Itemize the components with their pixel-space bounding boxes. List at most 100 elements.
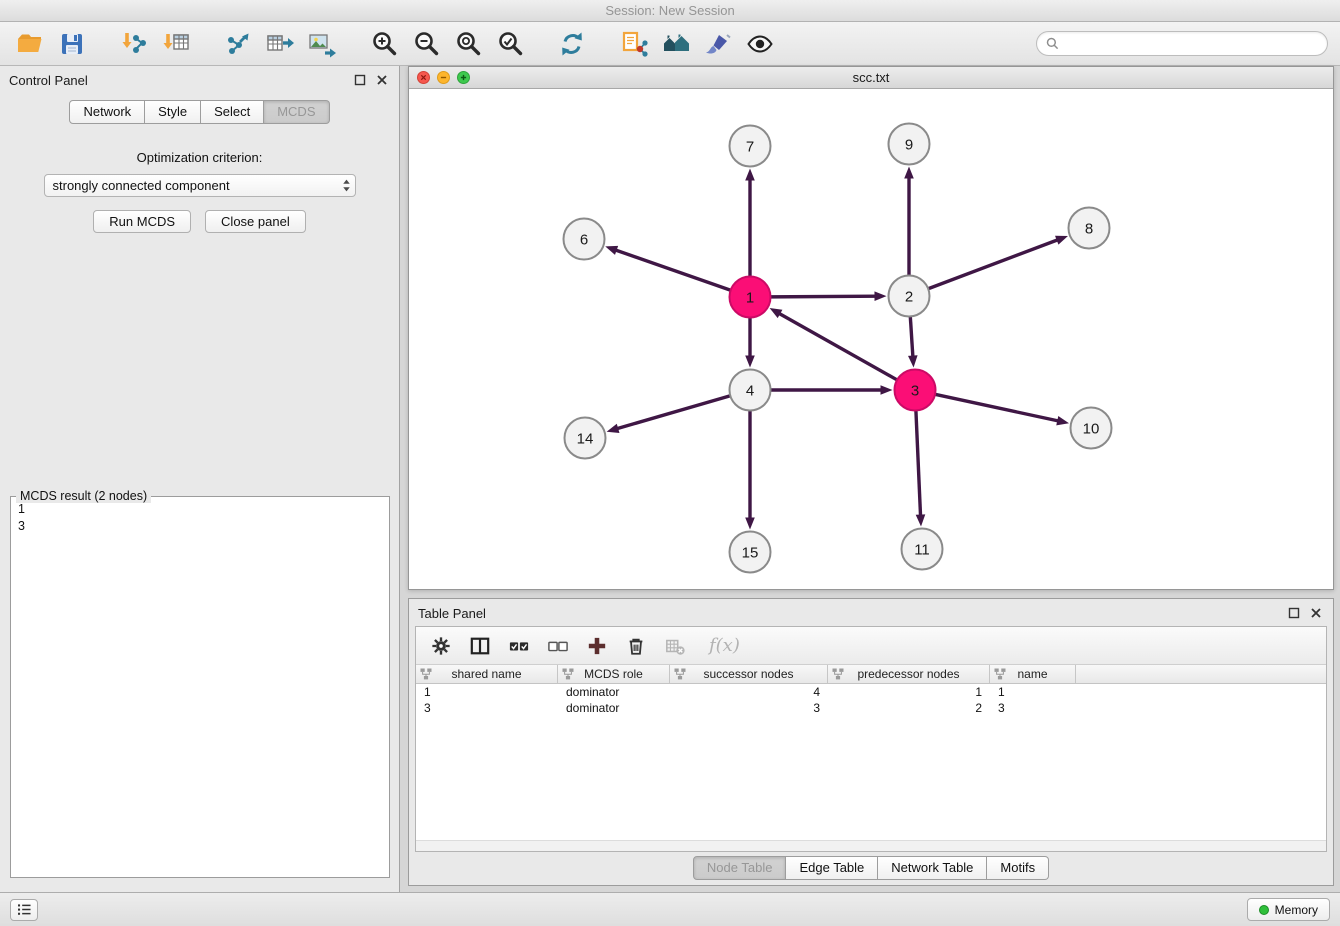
delete-column-button[interactable] bbox=[624, 634, 648, 658]
float-panel-icon[interactable] bbox=[352, 72, 368, 88]
result-item[interactable]: 1 bbox=[15, 501, 387, 518]
close-table-panel-icon[interactable] bbox=[1308, 605, 1324, 621]
import-table-button[interactable] bbox=[158, 26, 194, 62]
network-canvas-area[interactable]: 7 9 6 8 1 2 4 3 14 10 15 11 bbox=[409, 89, 1333, 589]
edge-1-6[interactable] bbox=[605, 246, 730, 290]
column-type-icon bbox=[420, 668, 432, 680]
column-header-name[interactable]: name bbox=[990, 665, 1076, 683]
horizontal-scrollbar[interactable] bbox=[416, 840, 1326, 851]
edge-2-8[interactable] bbox=[928, 236, 1068, 289]
close-panel-button[interactable]: Close panel bbox=[205, 210, 306, 233]
table-cell[interactable]: 2 bbox=[828, 700, 990, 716]
node-14[interactable]: 14 bbox=[565, 418, 606, 459]
table-cell[interactable]: dominator bbox=[558, 700, 670, 716]
node-1[interactable]: 1 bbox=[730, 277, 771, 318]
settings-icon bbox=[431, 636, 451, 656]
save-session-icon bbox=[58, 30, 86, 58]
tab-mcds[interactable]: MCDS bbox=[264, 100, 329, 124]
edge-3-1[interactable] bbox=[770, 308, 898, 380]
style-painter-button[interactable] bbox=[700, 26, 736, 62]
tab-select[interactable]: Select bbox=[201, 100, 264, 124]
edge-3-11[interactable] bbox=[916, 410, 926, 526]
clear-all-checks-button[interactable] bbox=[546, 634, 570, 658]
clear-all-checks-icon bbox=[548, 636, 568, 656]
open-session-button[interactable] bbox=[12, 26, 48, 62]
table-cell[interactable]: dominator bbox=[558, 684, 670, 700]
column-header-MCDS-role[interactable]: MCDS role bbox=[558, 665, 670, 683]
network-window-titlebar: scc.txt bbox=[409, 67, 1333, 89]
column-header-successor-nodes[interactable]: successor nodes bbox=[670, 665, 828, 683]
table-cell[interactable]: 3 bbox=[670, 700, 828, 716]
search-input[interactable] bbox=[1064, 36, 1318, 51]
edge-1-4[interactable] bbox=[745, 318, 755, 368]
close-window-icon[interactable] bbox=[417, 71, 430, 84]
node-9[interactable]: 9 bbox=[889, 124, 930, 165]
refresh-layout-button[interactable] bbox=[554, 26, 590, 62]
node-7[interactable]: 7 bbox=[730, 126, 771, 167]
node-6[interactable]: 6 bbox=[564, 219, 605, 260]
node-label: 4 bbox=[746, 382, 754, 399]
edge-2-9[interactable] bbox=[904, 167, 914, 276]
network-from-selection-button[interactable] bbox=[616, 26, 652, 62]
minimize-window-icon[interactable] bbox=[437, 71, 450, 84]
table-cell[interactable]: 3 bbox=[416, 700, 558, 716]
task-history-button[interactable] bbox=[10, 899, 38, 921]
table-cell[interactable]: 1 bbox=[416, 684, 558, 700]
edge-4-14[interactable] bbox=[607, 396, 731, 433]
node-4[interactable]: 4 bbox=[730, 370, 771, 411]
column-header-predecessor-nodes[interactable]: predecessor nodes bbox=[828, 665, 990, 683]
edge-1-7[interactable] bbox=[745, 169, 755, 277]
maximize-window-icon[interactable] bbox=[457, 71, 470, 84]
table-cell[interactable]: 3 bbox=[990, 700, 1076, 716]
show-column-panel-button[interactable] bbox=[468, 634, 492, 658]
node-8[interactable]: 8 bbox=[1069, 208, 1110, 249]
show-details-button[interactable] bbox=[742, 26, 778, 62]
float-table-panel-icon[interactable] bbox=[1286, 605, 1302, 621]
import-network-button[interactable] bbox=[116, 26, 152, 62]
zoom-out-button[interactable] bbox=[408, 26, 444, 62]
table-cell[interactable]: 4 bbox=[670, 684, 828, 700]
settings-button[interactable] bbox=[429, 634, 453, 658]
tab-edge-table[interactable]: Edge Table bbox=[786, 856, 878, 880]
node-3[interactable]: 3 bbox=[895, 370, 936, 411]
zoom-selected-button[interactable] bbox=[492, 26, 528, 62]
mcds-buttons: Run MCDS Close panel bbox=[0, 210, 399, 233]
result-item[interactable]: 3 bbox=[15, 518, 387, 535]
tab-node-table[interactable]: Node Table bbox=[693, 856, 787, 880]
select-all-checks-button[interactable] bbox=[507, 634, 531, 658]
node-10[interactable]: 10 bbox=[1071, 408, 1112, 449]
export-table-button[interactable] bbox=[262, 26, 298, 62]
home-button[interactable] bbox=[658, 26, 694, 62]
node-2[interactable]: 2 bbox=[889, 276, 930, 317]
close-panel-icon[interactable] bbox=[374, 72, 390, 88]
zoom-in-button[interactable] bbox=[366, 26, 402, 62]
node-11[interactable]: 11 bbox=[902, 529, 943, 570]
edge-4-3[interactable] bbox=[771, 385, 893, 395]
edge-1-2[interactable] bbox=[770, 291, 886, 301]
column-header-shared-name[interactable]: shared name bbox=[416, 665, 558, 683]
search-box[interactable] bbox=[1036, 31, 1328, 56]
export-network-button[interactable] bbox=[220, 26, 256, 62]
tab-style[interactable]: Style bbox=[145, 100, 201, 124]
export-image-button[interactable] bbox=[304, 26, 340, 62]
edge-3-10[interactable] bbox=[935, 394, 1069, 425]
edge-4-15[interactable] bbox=[745, 411, 755, 530]
table-cell[interactable]: 1 bbox=[828, 684, 990, 700]
edge-2-3[interactable] bbox=[908, 316, 918, 367]
node-15[interactable]: 15 bbox=[730, 532, 771, 573]
run-mcds-button[interactable]: Run MCDS bbox=[93, 210, 191, 233]
tab-motifs[interactable]: Motifs bbox=[987, 856, 1049, 880]
network-view-window: scc.txt 7 9 6 8 1 2 4 3 14 10 15 11 bbox=[408, 66, 1334, 590]
memory-button[interactable]: Memory bbox=[1247, 898, 1330, 921]
zoom-fit-button[interactable] bbox=[450, 26, 486, 62]
table-cell[interactable]: 1 bbox=[990, 684, 1076, 700]
table-row[interactable]: 1dominator411 bbox=[416, 684, 1326, 700]
tab-network-table[interactable]: Network Table bbox=[878, 856, 987, 880]
add-column-button[interactable] bbox=[585, 634, 609, 658]
table-row[interactable]: 3dominator323 bbox=[416, 700, 1326, 716]
tab-network[interactable]: Network bbox=[69, 100, 145, 124]
network-canvas[interactable]: 7 9 6 8 1 2 4 3 14 10 15 11 bbox=[409, 89, 1333, 589]
criterion-dropdown[interactable]: strongly connected component bbox=[44, 174, 356, 197]
home-icon bbox=[662, 30, 690, 58]
save-session-button[interactable] bbox=[54, 26, 90, 62]
